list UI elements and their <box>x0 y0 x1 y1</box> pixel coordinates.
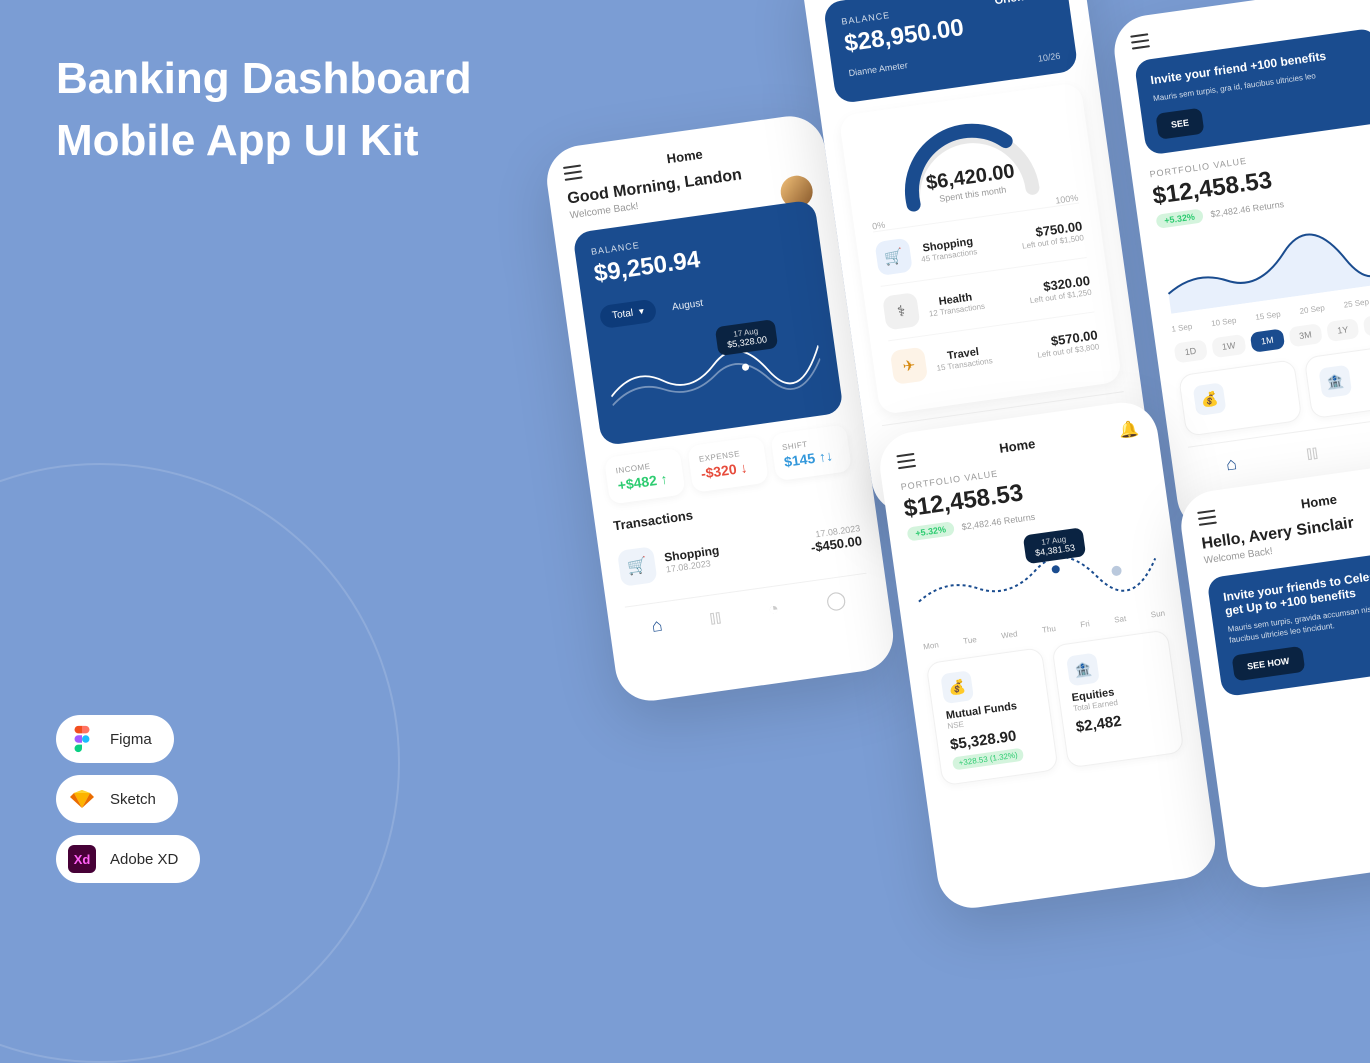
cart-icon: 🛒 <box>874 238 912 276</box>
range-1w[interactable]: 1W <box>1211 334 1247 358</box>
sketch-icon <box>68 785 96 813</box>
portfolio-chart <box>1160 211 1370 314</box>
fund-equities[interactable]: 🏦 Equities Total Earned $2,482 <box>1051 629 1184 768</box>
cart-icon: 🛒 <box>617 546 658 587</box>
total-dropdown[interactable]: Total ▾ <box>599 299 658 330</box>
see-button[interactable]: SEE <box>1155 108 1204 140</box>
money-bag-icon: 💰 <box>940 670 974 704</box>
header-title: Home <box>998 436 1036 456</box>
header-title: Home <box>1300 492 1338 512</box>
header-title: Home <box>666 146 704 166</box>
range-all[interactable]: All <box>1363 313 1370 337</box>
nav-chart-icon[interactable]: ⫾⫾ <box>1305 442 1319 464</box>
figma-icon <box>68 725 96 753</box>
tool-label: Figma <box>110 731 152 748</box>
bell-icon[interactable]: 🔔 <box>1118 418 1141 441</box>
stat-shift: SHIFT$145 ↑↓ <box>770 424 852 481</box>
tool-figma: Figma <box>56 715 174 763</box>
menu-icon[interactable] <box>563 164 583 180</box>
range-3m[interactable]: 3M <box>1288 323 1323 347</box>
nav-profile-icon[interactable]: ◯ <box>825 589 848 613</box>
gauge-card: $6,420.00 Spent this month 0%100% 🛒 Shop… <box>839 82 1123 415</box>
money-bag-icon: 💰 <box>1193 382 1227 416</box>
balance-card: BALANCE $9,250.94 Total ▾ August 17 Aug … <box>572 199 844 446</box>
range-1m[interactable]: 1M <box>1250 329 1285 353</box>
plane-icon: ✈ <box>890 347 928 385</box>
invite-card: Invite your friends to Celestial and get… <box>1206 544 1370 697</box>
see-how-button[interactable]: SEE HOW <box>1232 646 1305 682</box>
month-label: August <box>671 298 703 313</box>
xd-icon: Xd <box>68 845 96 873</box>
stethoscope-icon: ⚕ <box>882 292 920 330</box>
portfolio-returns: $2,482.46 Returns <box>1210 199 1285 219</box>
fund-card[interactable]: 🏦 <box>1304 342 1370 420</box>
portfolio-pct: +5.32% <box>907 521 955 541</box>
tools-list: Figma Sketch Xd Adobe XD <box>56 715 200 883</box>
nav-home-icon[interactable]: ⌂ <box>1225 453 1239 475</box>
menu-icon[interactable] <box>1130 33 1150 49</box>
tool-xd: Xd Adobe XD <box>56 835 200 883</box>
tool-sketch: Sketch <box>56 775 178 823</box>
stat-expense: EXPENSE-$320 ↓ <box>687 436 769 493</box>
invite-card: Invite your friend +100 benefits Mauris … <box>1134 28 1370 156</box>
fund-card[interactable]: 💰 <box>1178 359 1302 437</box>
nav-chart-icon[interactable]: ⫾⫾ <box>708 606 722 628</box>
tool-label: Adobe XD <box>110 851 178 868</box>
menu-icon[interactable] <box>1197 509 1217 525</box>
fund-mutual[interactable]: 💰 Mutual Funds NSE $5,328.90 +328.53 (1.… <box>926 647 1059 786</box>
range-1y[interactable]: 1Y <box>1326 318 1359 342</box>
balance-chart: 17 Aug $5,328.00 <box>605 319 826 428</box>
tool-label: Sketch <box>110 791 156 808</box>
chevron-down-icon: ▾ <box>638 306 645 318</box>
card-expiry: 10/26 <box>1037 51 1061 64</box>
portfolio-pct: +5.32% <box>1155 209 1203 229</box>
stat-income: INCOME+$482 ↑ <box>604 448 686 505</box>
bank-icon: 🏦 <box>1066 653 1100 687</box>
menu-icon[interactable] <box>896 453 916 469</box>
bank-icon: 🏦 <box>1318 365 1352 399</box>
portfolio-returns: $2,482.46 Returns <box>961 512 1036 532</box>
nav-home-icon[interactable]: ⌂ <box>650 615 664 637</box>
nav-pie-icon[interactable]: ◔ <box>767 598 781 620</box>
phone-portfolio2: Home 🔔 PORTFOLIO VALUE $12,458.53 +5.32%… <box>876 398 1220 912</box>
promo-title: Banking Dashboard Mobile App UI Kit <box>56 48 472 171</box>
range-1d[interactable]: 1D <box>1174 340 1208 364</box>
